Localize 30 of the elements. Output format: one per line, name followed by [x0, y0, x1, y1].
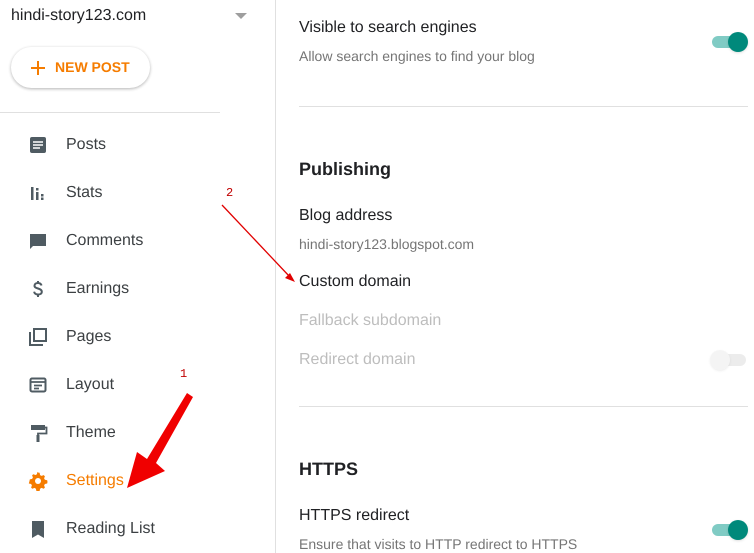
blog-name: hindi-story123.com [11, 6, 146, 26]
document-icon [28, 135, 48, 155]
setting-label[interactable]: HTTPS redirect [299, 505, 578, 527]
toggle-switch[interactable] [710, 518, 748, 540]
settings-icon [28, 471, 48, 491]
setting-label[interactable]: Custom domain [299, 271, 412, 293]
nav-item[interactable]: Earnings [0, 265, 134, 313]
setting-label[interactable]: Visible to search engines [299, 17, 535, 39]
nav-item[interactable]: Comments [0, 217, 148, 265]
pages-icon [28, 327, 48, 347]
setting-description: hindi-story123.blogspot.com [299, 235, 474, 254]
nav-item[interactable]: Reading List [0, 505, 159, 553]
nav-item[interactable]: Posts [0, 121, 110, 169]
toggle-switch[interactable] [710, 30, 748, 52]
setting-description: Allow search engines to find your blog [299, 47, 535, 66]
nav-item[interactable]: Theme [0, 409, 120, 457]
setting-description: Ensure that visits to HTTP redirect to HTTPS [299, 535, 578, 553]
nav-item[interactable]: Layout [0, 361, 118, 409]
nav-item[interactable]: Pages [0, 313, 116, 361]
dropdown-caret-icon[interactable] [235, 12, 247, 18]
annotation-number: 2 [226, 185, 234, 202]
speech-bubble-icon [28, 231, 48, 251]
plus-icon [31, 60, 45, 74]
setting-label[interactable]: Blog address [299, 205, 474, 227]
nav-item[interactable]: Stats [0, 169, 106, 217]
section-heading: Publishing [299, 158, 392, 181]
layout-icon [28, 375, 48, 395]
section-heading: HTTPS [299, 458, 360, 481]
paint-roller-icon [28, 423, 48, 443]
annotation-number: 1 [180, 366, 188, 383]
